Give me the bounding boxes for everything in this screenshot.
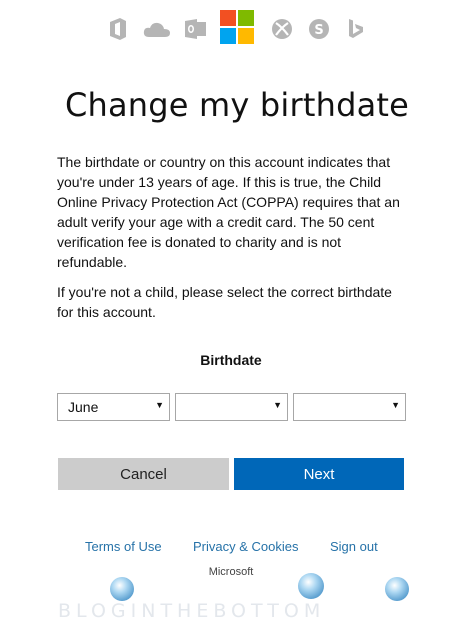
dropdown-arrow-icon: ▼ [155,400,164,410]
skype-icon[interactable]: S [306,16,332,42]
correct-birthdate-text: If you're not a child, please select the… [57,284,392,320]
page-title: Change my birthdate [64,86,410,124]
cancel-button[interactable]: Cancel [58,458,229,490]
dropdown-arrow-icon: ▼ [391,400,400,410]
watermark-orb-icon [110,577,134,601]
office-icon[interactable] [105,16,131,42]
product-icon-bar: S [0,8,474,50]
birthdate-label: Birthdate [200,352,262,368]
privacy-cookies-link[interactable]: Privacy & Cookies [193,539,298,554]
xbox-icon[interactable] [269,16,295,42]
next-button[interactable]: Next [234,458,404,490]
coppa-notice-text: The birthdate or country on this account… [57,154,400,270]
watermark-orb-icon [385,577,409,601]
birth-day-select[interactable]: ▼ [175,393,288,421]
watermark-text: BLOGINTHEBOTTOM [58,600,326,622]
svg-text:S: S [314,23,323,38]
outlook-icon[interactable] [183,16,209,42]
bing-icon[interactable] [343,16,369,42]
birth-month-select[interactable]: June ▼ [57,393,170,421]
terms-of-use-link[interactable]: Terms of Use [85,539,162,554]
birth-year-select[interactable]: ▼ [293,393,406,421]
dropdown-arrow-icon: ▼ [273,400,282,410]
microsoft-logo [220,10,258,48]
birth-month-value: June [68,399,99,415]
watermark-orb-icon [298,573,324,599]
sign-out-link[interactable]: Sign out [330,539,378,554]
onedrive-icon[interactable] [142,16,172,42]
